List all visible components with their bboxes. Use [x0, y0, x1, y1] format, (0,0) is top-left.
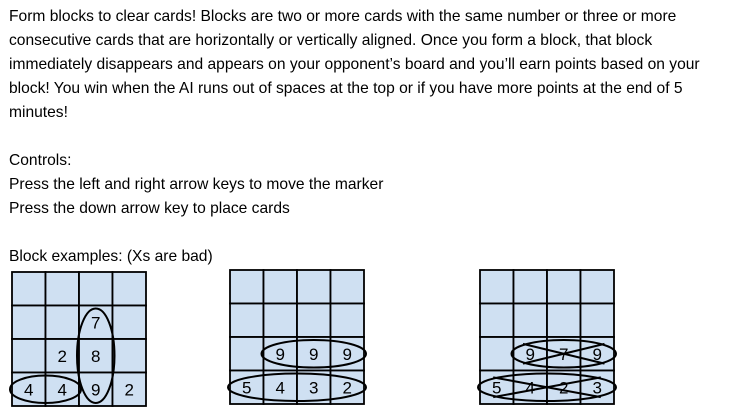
board-cell: [512, 369, 548, 405]
board-cell: [546, 369, 582, 405]
board-cell: [78, 271, 114, 307]
card-number: 5: [492, 378, 501, 397]
board-cell: [546, 336, 582, 372]
intro-text: Form blocks to clear cards! Blocks are t…: [9, 8, 700, 121]
board-cell: [11, 371, 47, 407]
card-number: 9: [526, 345, 535, 364]
board-cell: [296, 302, 332, 338]
board-cell: [11, 271, 47, 307]
bad-block-x-line: [522, 342, 605, 365]
board-cell: [579, 302, 615, 338]
board-cell: [329, 269, 365, 305]
examples-heading: Block examples: (Xs are bad): [9, 248, 213, 265]
board-cell: [11, 304, 47, 340]
board-cell: [229, 336, 265, 372]
block-ellipse: [227, 372, 367, 402]
board-cell: [229, 302, 265, 338]
card-number: 2: [58, 347, 67, 366]
board-cell: [44, 271, 80, 307]
board-cell: [229, 369, 265, 405]
block-ellipse: [477, 372, 617, 402]
board-cell: [296, 269, 332, 305]
board-cell: [296, 369, 332, 405]
board-cell: [111, 304, 147, 340]
card-number: 5: [242, 378, 251, 397]
board-cell: [479, 336, 515, 372]
board-cell: [329, 369, 365, 405]
board-cell: [44, 338, 80, 374]
board-cell: [78, 371, 114, 407]
card-number: 4: [58, 380, 67, 399]
block-ellipse: [76, 307, 116, 404]
board-cell: [111, 271, 147, 307]
card-number: 9: [343, 345, 352, 364]
board-cell: [111, 338, 147, 374]
control-line-move: Press the left and right arrow keys to m…: [9, 176, 384, 193]
board-cell: [579, 369, 615, 405]
control-line-place: Press the down arrow key to place cards: [9, 200, 290, 217]
card-number: 3: [593, 378, 602, 397]
board-cell: [579, 269, 615, 305]
card-number: 4: [24, 380, 33, 399]
card-number: 9: [309, 345, 318, 364]
board-cell: [296, 336, 332, 372]
card-number: 8: [91, 347, 100, 366]
card-number: 4: [276, 378, 285, 397]
bad-block-x-line: [492, 376, 602, 399]
board-cell: [512, 336, 548, 372]
board-cell: [479, 302, 515, 338]
card-number: 2: [125, 380, 134, 399]
board-cell: [44, 371, 80, 407]
card-number: 9: [593, 345, 602, 364]
board-cell: [546, 302, 582, 338]
board-cell: [329, 302, 365, 338]
card-number: 2: [559, 378, 568, 397]
block-ellipse: [510, 339, 617, 369]
example-board-1: 7 2 8 4 4 9 2: [9, 271, 147, 407]
board-cell: [512, 302, 548, 338]
board-cell: [111, 371, 147, 407]
board-cell: [262, 336, 298, 372]
card-number: 7: [559, 345, 568, 364]
example-board-3: 9 7 9 5 4 2 3: [477, 269, 617, 405]
card-number: 4: [526, 378, 535, 397]
example-board-2: 9 9 9 5 4 3 2: [227, 269, 367, 405]
board-cell: [579, 336, 615, 372]
bad-block-x-line: [492, 376, 602, 399]
card-number: 7: [91, 313, 100, 332]
board-cell: [11, 338, 47, 374]
card-number: 3: [309, 378, 318, 397]
board-cell: [546, 269, 582, 305]
card-number: 2: [343, 378, 352, 397]
board-cell: [78, 304, 114, 340]
board-cell: [479, 269, 515, 305]
board-cell: [479, 369, 515, 405]
board-cell: [329, 336, 365, 372]
instructions-panel: Form blocks to clear cards! Blocks are t…: [9, 5, 737, 269]
board-cell: [262, 302, 298, 338]
bad-block-x-line: [522, 342, 605, 365]
board-cell: [262, 369, 298, 405]
controls-heading: Controls:: [9, 152, 72, 169]
block-ellipse: [9, 374, 82, 404]
board-cell: [262, 269, 298, 305]
board-cell: [512, 269, 548, 305]
card-number: 9: [276, 345, 285, 364]
board-cell: [78, 338, 114, 374]
board-cell: [229, 269, 265, 305]
card-number: 9: [91, 380, 100, 399]
board-cell: [44, 304, 80, 340]
block-ellipse: [260, 339, 367, 369]
